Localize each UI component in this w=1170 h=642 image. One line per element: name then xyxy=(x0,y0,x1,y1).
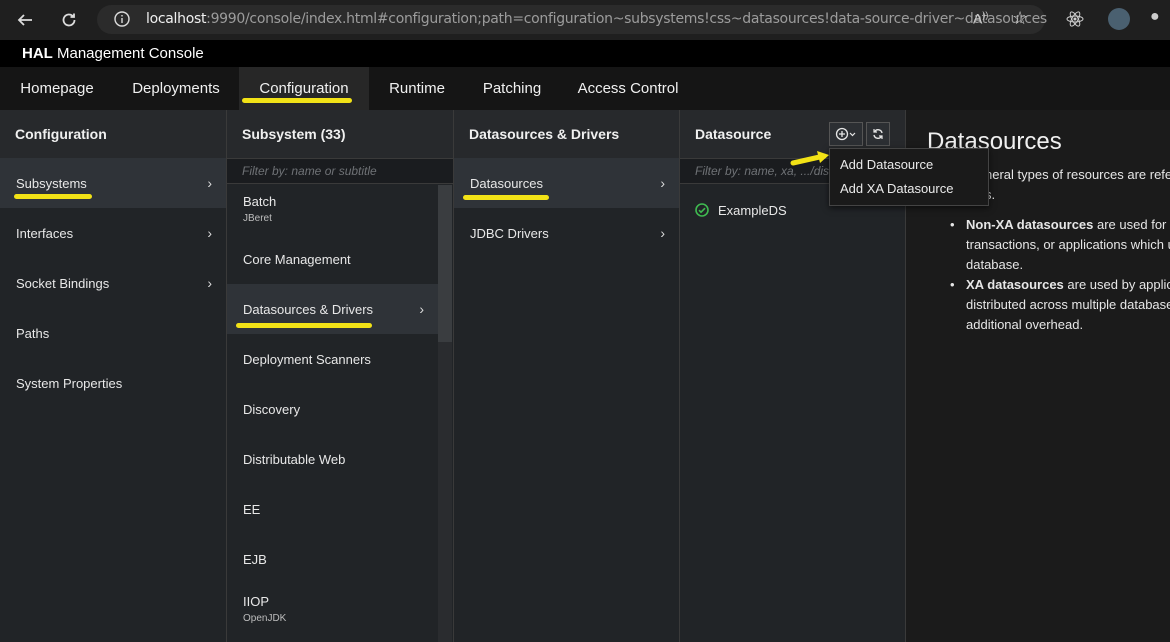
column-header: Datasources & Drivers xyxy=(454,110,679,158)
configuration-column: Configuration Subsystems › Interfaces › So… xyxy=(0,110,227,642)
nav-patching[interactable]: Patching xyxy=(472,67,552,110)
scrollbar-thumb[interactable] xyxy=(438,185,452,342)
favorite-star-icon[interactable]: ☆ xyxy=(1012,8,1028,29)
add-dropdown-menu: Add Datasource Add XA Datasource xyxy=(829,148,989,206)
column-header: Subsystem (33) xyxy=(227,110,453,158)
list-item-ee[interactable]: EE xyxy=(227,484,438,534)
read-aloud-icon[interactable]: A)) xyxy=(973,10,988,27)
url-host: localhost xyxy=(146,11,207,27)
bullet-text: Non-XA datasources are used for ap xyxy=(966,217,1170,232)
intro-text: neral types of resources are refe xyxy=(985,167,1170,182)
list-item-distributable-web[interactable]: Distributable Web xyxy=(227,434,438,484)
menu-item-add-xa-datasource[interactable]: Add XA Datasource xyxy=(840,181,953,196)
highlight-annotation xyxy=(463,195,549,200)
reload-icon[interactable] xyxy=(55,6,83,34)
highlight-annotation xyxy=(242,98,352,103)
site-info-icon[interactable] xyxy=(114,11,130,32)
url-text: localhost:9990/console/index.html#config… xyxy=(146,11,1047,27)
nav-deployments[interactable]: Deployments xyxy=(120,67,232,110)
react-devtools-icon[interactable] xyxy=(1066,10,1084,33)
bullet-dot: • xyxy=(950,277,955,292)
chevron-right-icon: › xyxy=(419,301,424,317)
chevron-right-icon: › xyxy=(207,225,212,241)
list-item-iiop[interactable]: IIOP OpenJDK xyxy=(227,584,438,634)
extension-icon[interactable]: ● xyxy=(1150,8,1160,26)
nav-configuration[interactable]: Configuration xyxy=(239,67,369,110)
list-item-ejb[interactable]: EJB xyxy=(227,534,438,584)
column-header: Configuration xyxy=(0,110,226,158)
app-title: HAL Management Console xyxy=(22,45,204,62)
highlight-annotation xyxy=(14,194,92,199)
column-item-interfaces[interactable]: Interfaces › xyxy=(0,208,226,258)
highlight-annotation xyxy=(236,323,372,328)
column-item-system-properties[interactable]: System Properties xyxy=(0,358,226,408)
refresh-icon xyxy=(873,129,883,139)
list-item-batch[interactable]: Batch JBeret xyxy=(227,184,438,234)
arrow-annotation-icon xyxy=(790,151,829,166)
list-item-core-management[interactable]: Core Management xyxy=(227,234,438,284)
bullet-text: database. xyxy=(966,257,1024,272)
column-item-jdbc-drivers[interactable]: JDBC Drivers › xyxy=(454,208,679,258)
datasources-drivers-column: Datasources & Drivers Datasources › JDBC … xyxy=(454,110,680,642)
bullet-text: transactions, or applications which u xyxy=(966,237,1170,252)
chevron-right-icon: › xyxy=(660,225,665,241)
profile-avatar-icon[interactable] xyxy=(1108,8,1130,30)
bullet-dot: • xyxy=(950,217,955,232)
url-path: :9990/console/index.html#configuration;p… xyxy=(206,11,1047,27)
nav-access-control[interactable]: Access Control xyxy=(568,67,688,110)
chevron-right-icon: › xyxy=(660,175,665,191)
chevron-right-icon: › xyxy=(207,275,212,291)
check-circle-icon xyxy=(695,203,709,217)
column-item-paths[interactable]: Paths xyxy=(0,308,226,358)
subsystem-column: Subsystem (33) Filter by: name or subtit… xyxy=(227,110,454,642)
bullet-text: additional overhead. xyxy=(966,317,1084,332)
list-item-discovery[interactable]: Discovery xyxy=(227,384,438,434)
back-icon[interactable] xyxy=(11,6,39,34)
nav-homepage[interactable]: Homepage xyxy=(10,67,104,110)
chevron-right-icon: › xyxy=(207,175,212,191)
menu-item-add-datasource[interactable]: Add Datasource xyxy=(840,157,933,172)
bullet-text: distributed across multiple database xyxy=(966,297,1170,312)
list-item-deployment-scanners[interactable]: Deployment Scanners xyxy=(227,334,438,384)
column-item-subsystems[interactable]: Subsystems › xyxy=(0,158,226,208)
column-item-datasources[interactable]: Datasources › xyxy=(454,158,679,208)
filter-input[interactable]: Filter by: name or subtitle xyxy=(227,158,453,184)
add-dropdown-button[interactable] xyxy=(829,122,863,146)
bullet-text: XA datasources are used by applica xyxy=(966,277,1170,292)
refresh-button[interactable] xyxy=(866,122,890,146)
plus-circle-icon xyxy=(835,127,856,141)
column-item-socket-bindings[interactable]: Socket Bindings › xyxy=(0,258,226,308)
nav-runtime[interactable]: Runtime xyxy=(376,67,458,110)
